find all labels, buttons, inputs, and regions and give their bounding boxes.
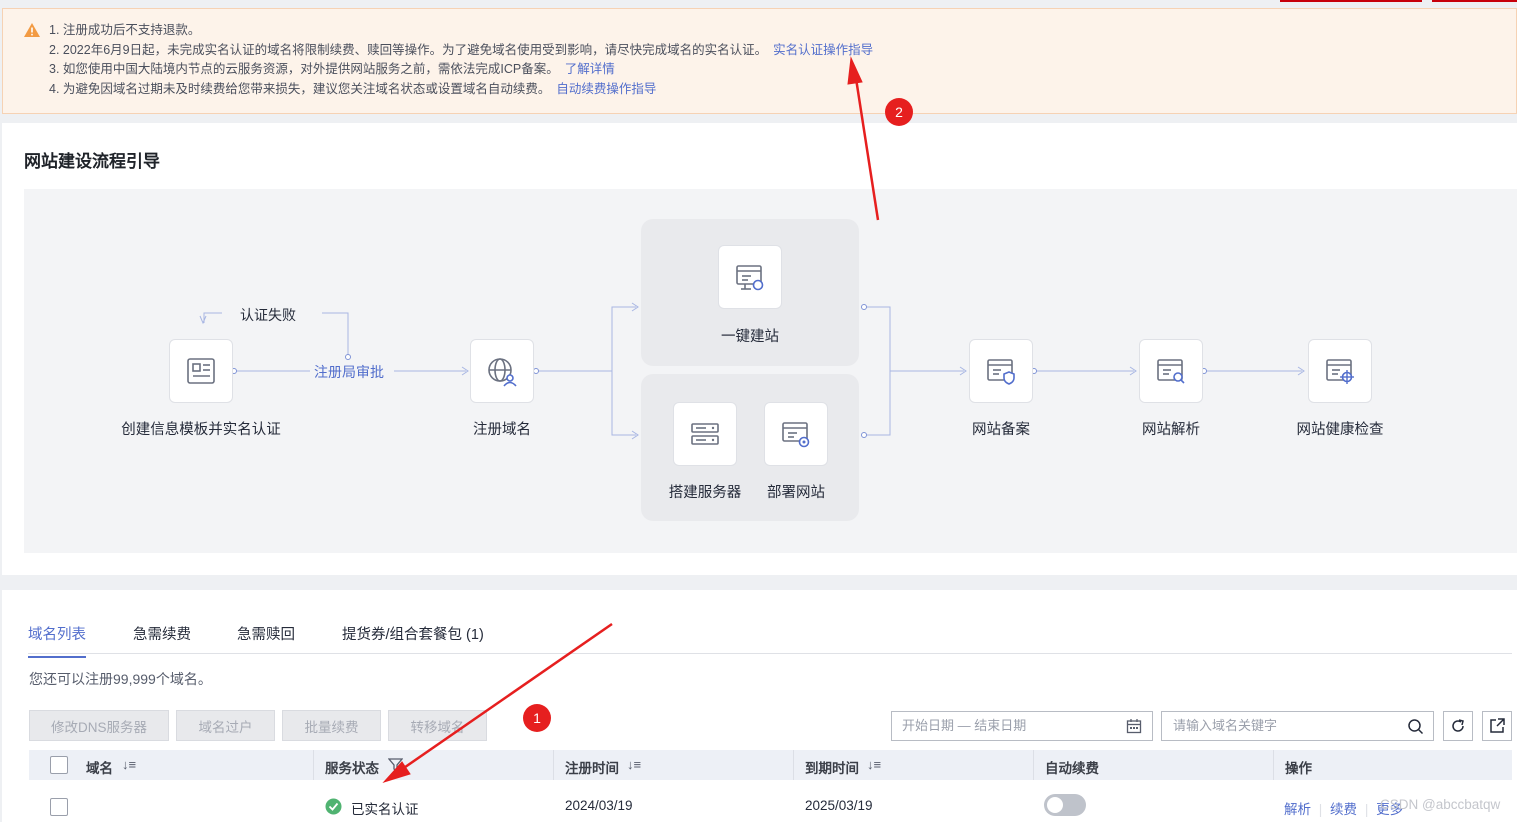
step-site-health[interactable] (1308, 339, 1372, 403)
step-create-template-label: 创建信息模板并实名认证 (121, 422, 281, 438)
renew-link[interactable]: 续费 (1330, 802, 1357, 817)
auto-renew-guide-link[interactable]: 自动续费操作指导 (556, 82, 656, 96)
profile-card-icon (187, 358, 215, 384)
guide-title: 网站建设流程引导 (24, 152, 160, 171)
server-icon (691, 423, 719, 445)
transfer-owner-button[interactable]: 域名过户 (176, 710, 275, 741)
row-expires: 2025/03/19 (805, 798, 873, 813)
shield-doc-icon (987, 359, 1015, 385)
realname-guide-link[interactable]: 实名认证操作指导 (773, 43, 873, 57)
step-register-domain[interactable] (470, 339, 534, 403)
col-domain[interactable]: 域名 (86, 757, 113, 777)
flow-diagram: 认证失败 注册局审批 创建信息模板并实名认证 注册域名 一键建站 搭建服务器 部… (24, 189, 1517, 553)
domain-tabs: 域名列表 急需续费 急需赎回 提货券/组合套餐包 (1) (28, 620, 1512, 658)
col-divider (1033, 750, 1034, 780)
col-auto-renew: 自动续费 (1045, 761, 1099, 776)
step-create-template[interactable] (169, 339, 233, 403)
export-button[interactable] (1482, 711, 1512, 741)
site-builder-icon (736, 265, 764, 291)
registry-review-label: 注册局审批 (312, 362, 386, 382)
auth-fail-label: 认证失败 (240, 307, 296, 323)
filter-icon[interactable] (388, 758, 403, 772)
learn-more-link[interactable]: 了解详情 (565, 62, 615, 76)
header-button-fragment (1280, 0, 1422, 2)
transfer-domain-button[interactable]: 转移域名 (388, 710, 487, 741)
domain-search-input[interactable]: 请输入域名关键字 (1161, 711, 1434, 741)
notice-item: 3. 如您使用中国大陆境内节点的云服务资源，对外提供网站服务之前，需依法完成IC… (49, 62, 615, 77)
date-range-input[interactable]: 开始日期 — 结束日期 (891, 711, 1153, 741)
sort-icon[interactable]: ↓≡ (122, 757, 136, 772)
select-all-checkbox[interactable] (50, 756, 68, 774)
watermark: CSDN @abccbatqw (1380, 797, 1501, 812)
step-deploy-site[interactable] (764, 402, 828, 466)
date-range-placeholder: 开始日期 — 结束日期 (902, 718, 1027, 733)
step-register-domain-label: 注册域名 (473, 422, 531, 438)
annotation-marker-2: 2 (885, 98, 913, 126)
modify-dns-button[interactable]: 修改DNS服务器 (29, 710, 169, 741)
site-build-guide: 网站建设流程引导 认证失败 注册局审批 创建信息模板并实名认证 注册域名 一键建… (2, 123, 1517, 575)
refresh-button[interactable] (1443, 711, 1473, 741)
col-divider (1273, 750, 1274, 780)
col-divider (793, 750, 794, 780)
step-site-health-label: 网站健康检查 (1296, 422, 1384, 438)
step-one-click-site-label: 一键建站 (721, 329, 779, 345)
globe-user-icon (488, 358, 517, 387)
domain-quota-hint: 您还可以注册99,999个域名。 (29, 671, 212, 687)
sort-icon[interactable]: ↓≡ (627, 757, 641, 772)
verified-check-icon (325, 798, 342, 815)
row-status: 已实名认证 (351, 802, 419, 817)
row-registered: 2024/03/19 (565, 798, 633, 813)
step-site-filing[interactable] (969, 339, 1033, 403)
col-status: 服务状态 (325, 761, 379, 776)
step-build-server-label: 搭建服务器 (668, 485, 742, 501)
col-expires[interactable]: 到期时间 (805, 757, 859, 777)
action-divider: | (1364, 802, 1369, 817)
magnifier-doc-icon (1157, 359, 1185, 384)
resolve-link[interactable]: 解析 (1284, 802, 1311, 817)
col-divider (313, 750, 314, 780)
step-deploy-site-label: 部署网站 (767, 485, 825, 501)
col-registered[interactable]: 注册时间 (565, 757, 619, 777)
notice-item: 2. 2022年6月9日起，未完成实名认证的域名将限制续费、赎回等操作。为了避免… (49, 42, 874, 57)
tab-domain-list[interactable]: 域名列表 (28, 623, 86, 658)
tab-vouchers[interactable]: 提货券/组合套餐包 (1) (342, 623, 484, 644)
step-site-filing-label: 网站备案 (972, 422, 1030, 438)
row-checkbox[interactable] (50, 798, 68, 816)
calendar-icon (1126, 719, 1142, 734)
warning-icon (24, 23, 40, 37)
step-build-server[interactable] (673, 402, 737, 466)
search-placeholder: 请输入域名关键字 (1173, 718, 1278, 733)
domain-list-panel: 域名列表 急需续费 急需赎回 提货券/组合套餐包 (1) 您还可以注册99,99… (2, 590, 1517, 822)
sort-icon[interactable]: ↓≡ (867, 757, 881, 772)
annotation-marker-1: 1 (523, 704, 551, 732)
step-site-resolve[interactable] (1139, 339, 1203, 403)
deploy-gear-icon (782, 422, 810, 448)
notice-list: 1. 注册成功后不支持退款。 2. 2022年6月9日起，未完成实名认证的域名将… (49, 21, 873, 100)
table-header: 域名 ↓≡ 服务状态 注册时间 ↓≡ 到期时间 ↓≡ 自动续费 操作 (29, 750, 1512, 780)
step-site-resolve-label: 网站解析 (1142, 422, 1200, 438)
export-icon (1490, 718, 1505, 733)
notice-banner: 1. 注册成功后不支持退款。 2. 2022年6月9日起，未完成实名认证的域名将… (2, 8, 1517, 114)
health-check-icon (1326, 359, 1354, 384)
tab-urgent-redeem[interactable]: 急需赎回 (237, 623, 295, 644)
col-actions: 操作 (1285, 761, 1312, 776)
tab-urgent-renew[interactable]: 急需续费 (133, 623, 191, 644)
auto-renew-toggle[interactable] (1044, 794, 1086, 816)
notice-item: 4. 为避免因域名过期未及时续费给您带来损失，建议您关注域名状态或设置域名自动续… (49, 82, 657, 97)
action-divider: | (1318, 802, 1323, 817)
search-icon[interactable] (1407, 718, 1424, 735)
refresh-icon (1452, 719, 1464, 732)
col-divider (553, 750, 554, 780)
header-button-fragment (1432, 0, 1517, 2)
step-one-click-site[interactable] (718, 245, 782, 309)
batch-renew-button[interactable]: 批量续费 (282, 710, 381, 741)
notice-item: 1. 注册成功后不支持退款。 (49, 23, 201, 37)
